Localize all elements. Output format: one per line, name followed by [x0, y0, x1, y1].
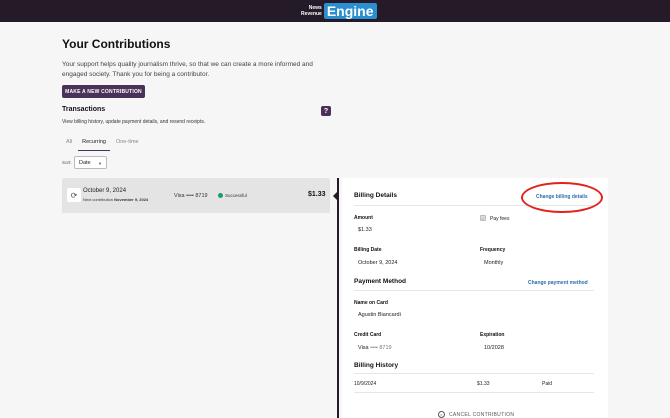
billing-history-heading: Billing History [354, 362, 399, 369]
status-badge: Successful [225, 193, 247, 198]
frequency-value: Monthly [484, 260, 504, 266]
credit-card-value: Visa •••• 8719 [358, 345, 392, 351]
recurring-icon: ⟳ [67, 188, 81, 202]
amount-value: $1.33 [358, 227, 372, 233]
selection-pointer-icon [333, 192, 337, 200]
sort-select[interactable]: Date ▼ [74, 156, 107, 169]
tab-recurring[interactable]: Recurring [78, 137, 110, 151]
pay-fees-label: Pay fees [490, 216, 510, 222]
card-brand: Visa [358, 345, 369, 351]
next-date: November 9, 2024 [114, 197, 149, 202]
payment-method-heading: Payment Method [354, 278, 407, 285]
tab-one-time[interactable]: One-time [112, 137, 143, 151]
next-label: Next contribution [83, 197, 114, 202]
row-next-contribution: Next contribution November 9, 2024 [83, 197, 148, 202]
amount-label: Amount [354, 215, 373, 221]
sort-value: Date [79, 159, 91, 166]
logo-line-2: Revenue [301, 11, 322, 17]
page-title: Your Contributions [62, 37, 171, 51]
change-payment-method-link[interactable]: Change payment method [528, 280, 588, 286]
frequency-label: Frequency [480, 247, 506, 253]
make-new-contribution-button[interactable]: MAKE A NEW CONTRIBUTION [62, 85, 145, 98]
transactions-subtext: View billing history, update payment det… [62, 119, 206, 125]
details-panel: Billing Details Change billing details A… [342, 178, 608, 418]
history-amount: $1.33 [477, 381, 490, 387]
card-number: •••• 8719 [370, 345, 392, 351]
pay-fees-checkbox[interactable]: ✓ [480, 215, 486, 221]
billing-details-heading: Billing Details [354, 192, 397, 199]
help-button[interactable]: ? [321, 106, 331, 116]
history-status: Paid [542, 381, 553, 387]
row-card: Visa •••• 8719 [174, 193, 208, 199]
logo-main: Engine [323, 3, 377, 19]
panel-divider [337, 178, 339, 418]
credit-card-label: Credit Card [354, 332, 382, 338]
transaction-tabs: All Recurring One-time [62, 137, 145, 151]
expiration-label: Expiration [480, 332, 505, 338]
help-icon: ? [323, 107, 329, 115]
chevron-down-icon: ▼ [98, 161, 102, 166]
divider [354, 392, 594, 393]
expiration-value: 10/2028 [484, 345, 504, 351]
sort-label: Sort: [62, 160, 72, 165]
row-date: October 9, 2024 [83, 188, 127, 194]
tab-all[interactable]: All [62, 137, 76, 151]
cancel-label: CANCEL CONTRIBUTION [449, 411, 515, 418]
name-on-card-label: Name on Card [354, 300, 388, 306]
top-bar: News Revenue Engine [0, 0, 670, 22]
billing-date-label: Billing Date [354, 247, 382, 253]
cancel-icon: × [438, 411, 445, 418]
history-date: 10/9/2024 [354, 381, 377, 387]
news-revenue-engine-logo[interactable]: News Revenue Engine [301, 2, 377, 20]
intro-text: Your support helps quality journalism th… [62, 61, 313, 78]
transactions-heading: Transactions [62, 106, 106, 113]
row-amount: $1.33 [308, 191, 326, 198]
transaction-row[interactable]: ⟳ October 9, 2024 Next contribution Nove… [62, 178, 330, 213]
divider [354, 373, 594, 374]
billing-date-value: October 9, 2024 [358, 260, 398, 266]
name-on-card-value: Agustin Biancardi [358, 312, 401, 318]
annotation-circle [521, 182, 603, 213]
cancel-contribution-button[interactable]: × CANCEL CONTRIBUTION [438, 411, 514, 418]
divider [354, 290, 594, 291]
status-dot-icon [218, 193, 223, 198]
